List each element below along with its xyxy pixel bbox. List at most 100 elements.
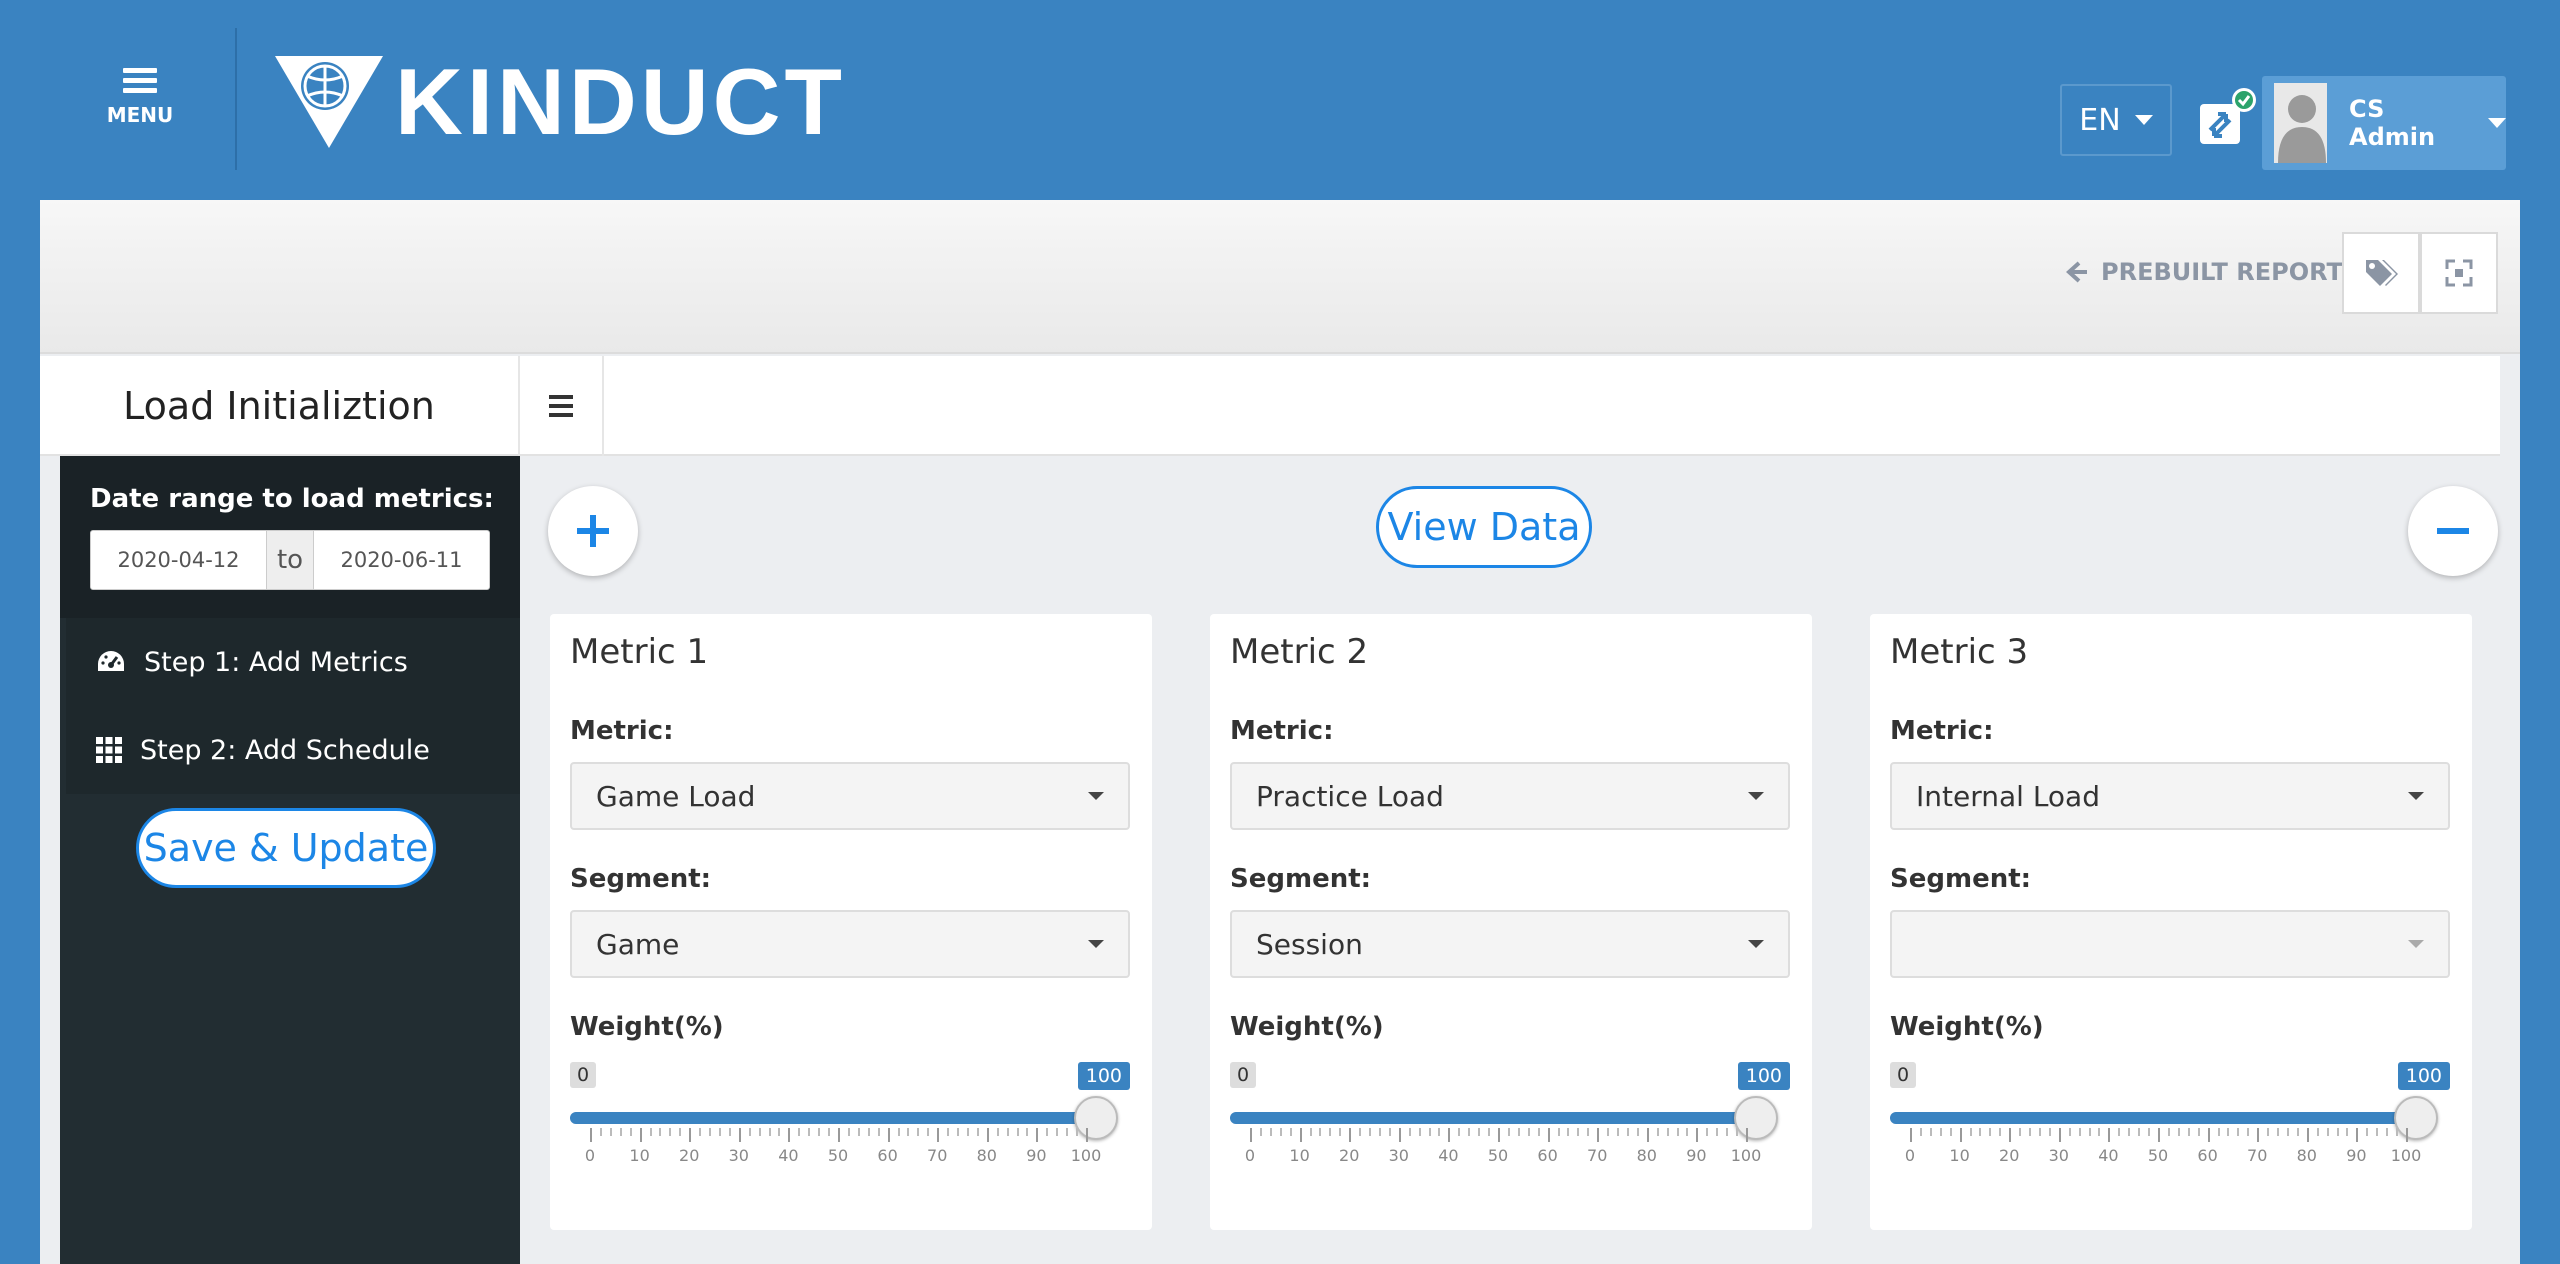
save-update-button[interactable]: Save & Update <box>136 808 436 888</box>
slider-tick <box>1716 1128 1719 1136</box>
slider-track[interactable] <box>1230 1112 1748 1124</box>
menu-button[interactable]: MENU <box>100 60 180 140</box>
logo-text: KINDUCT <box>395 49 846 154</box>
slider-tick <box>2267 1128 2270 1136</box>
slider-tick <box>927 1128 930 1136</box>
caret-down-icon <box>1748 940 1764 948</box>
slider-track[interactable] <box>570 1112 1088 1124</box>
user-menu[interactable]: CS Admin <box>2262 76 2506 170</box>
slider-tick-label: 90 <box>1026 1146 1047 1165</box>
slider-tick <box>1989 1128 1992 1136</box>
slider-tick-label: 60 <box>1537 1146 1558 1165</box>
sidebar-item-add-metrics[interactable]: Step 1: Add Metrics <box>66 618 520 706</box>
slider-tick <box>966 1128 969 1136</box>
remove-metric-button[interactable] <box>2408 486 2498 576</box>
segment-select[interactable]: Session <box>1230 910 1790 978</box>
prebuilt-reports-link[interactable]: PREBUILT REPORTS <box>2065 258 2360 286</box>
slider-tick <box>1949 1128 1952 1136</box>
view-data-button[interactable]: View Data <box>1376 486 1592 568</box>
caret-down-icon <box>1088 940 1104 948</box>
slider-tick <box>2158 1128 2160 1142</box>
slider-tick <box>2118 1128 2121 1136</box>
avatar <box>2274 83 2328 163</box>
end-date-input[interactable]: 2020-06-11 <box>314 531 489 589</box>
sidebar-toggle-button[interactable] <box>520 356 604 456</box>
slider-tick <box>1626 1128 1629 1136</box>
slider-tick <box>1339 1128 1342 1136</box>
slider-tick <box>1939 1128 1942 1136</box>
slider-tick <box>1979 1128 1982 1136</box>
slider-tick <box>2038 1128 2041 1136</box>
slider-tick <box>1408 1128 1411 1136</box>
weight-slider[interactable]: 0 100 0 10 20 30 40 50 60 70 80 90 100 <box>570 1062 1130 1182</box>
slider-fill <box>1890 1112 2408 1124</box>
slider-tick <box>669 1128 672 1136</box>
metric-select-value: Internal Load <box>1916 779 2100 813</box>
slider-ticks <box>570 1128 1088 1142</box>
slider-tick <box>2326 1128 2329 1136</box>
slider-value-label: 100 <box>1737 1062 1790 1090</box>
slider-ticks <box>1890 1128 2408 1142</box>
slider-tick <box>2177 1128 2180 1136</box>
language-dropdown[interactable]: EN <box>2060 84 2172 156</box>
slider-tick-label: 90 <box>1686 1146 1707 1165</box>
tags-button[interactable] <box>2342 232 2420 314</box>
slider-tick <box>1567 1128 1570 1136</box>
slider-tick <box>679 1128 682 1136</box>
slider-tick <box>2207 1128 2210 1142</box>
slider-tick <box>1478 1128 1481 1136</box>
slider-tick <box>1349 1128 1352 1142</box>
slider-tick <box>718 1128 721 1136</box>
page-header: Load Initializtion <box>40 356 2500 456</box>
weight-slider[interactable]: 0 100 0 10 20 30 40 50 60 70 80 90 100 <box>1890 1062 2450 1182</box>
slider-track[interactable] <box>1890 1112 2408 1124</box>
slider-tick <box>1468 1128 1471 1136</box>
slider-tick <box>2058 1128 2061 1142</box>
caret-down-icon <box>1088 792 1104 800</box>
grid-icon <box>96 737 122 763</box>
weight-label: Weight(%) <box>1890 1012 2044 1042</box>
slider-tick <box>1289 1128 1292 1136</box>
sync-status-button[interactable] <box>2196 86 2258 148</box>
slider-tick <box>2406 1128 2408 1142</box>
slider-tick-label: 10 <box>1289 1146 1310 1165</box>
slider-tick <box>2029 1128 2032 1136</box>
weight-slider[interactable]: 0 100 0 10 20 30 40 50 60 70 80 90 100 <box>1230 1062 1790 1182</box>
slider-tick <box>798 1128 801 1136</box>
slider-tick-label: 0 <box>1244 1146 1256 1165</box>
slider-tick <box>1646 1128 1649 1142</box>
slider-tick <box>2296 1128 2299 1136</box>
slider-tick-label: 40 <box>2098 1146 2119 1165</box>
slider-tick <box>1666 1128 1669 1136</box>
fullscreen-button[interactable] <box>2420 232 2498 314</box>
metric-select[interactable]: Game Load <box>570 762 1130 830</box>
slider-tick <box>788 1128 791 1142</box>
metric-label: Metric: <box>570 716 674 746</box>
slider-tick <box>2197 1128 2200 1136</box>
slider-tick <box>709 1128 712 1136</box>
dashboard-icon <box>98 651 124 671</box>
slider-tick-label: 80 <box>2296 1146 2317 1165</box>
segment-select[interactable]: Game <box>570 910 1130 978</box>
add-metric-button[interactable] <box>548 486 638 576</box>
prebuilt-reports-label: PREBUILT REPORTS <box>2101 258 2361 286</box>
kinduct-logo[interactable]: KINDUCT <box>273 54 846 150</box>
slider-tick <box>2257 1128 2260 1142</box>
sidebar-item-add-schedule[interactable]: Step 2: Add Schedule <box>66 706 520 794</box>
slider-tick-label: 10 <box>1949 1146 1970 1165</box>
metric-select[interactable]: Practice Load <box>1230 762 1790 830</box>
slider-tick <box>649 1128 652 1136</box>
slider-tick <box>2187 1128 2190 1136</box>
slider-tick <box>986 1128 989 1142</box>
slider-tick <box>1418 1128 1421 1136</box>
metric-select[interactable]: Internal Load <box>1890 762 2450 830</box>
slider-tick <box>619 1128 622 1136</box>
start-date-input[interactable]: 2020-04-12 <box>91 531 266 589</box>
slider-tick <box>2306 1128 2309 1142</box>
slider-tick <box>1498 1128 1500 1142</box>
slider-tick <box>2356 1128 2359 1142</box>
segment-select[interactable] <box>1890 910 2450 978</box>
slider-tick-label: 60 <box>2197 1146 2218 1165</box>
user-name: CS Admin <box>2349 95 2436 151</box>
slider-tick <box>1036 1128 1039 1142</box>
